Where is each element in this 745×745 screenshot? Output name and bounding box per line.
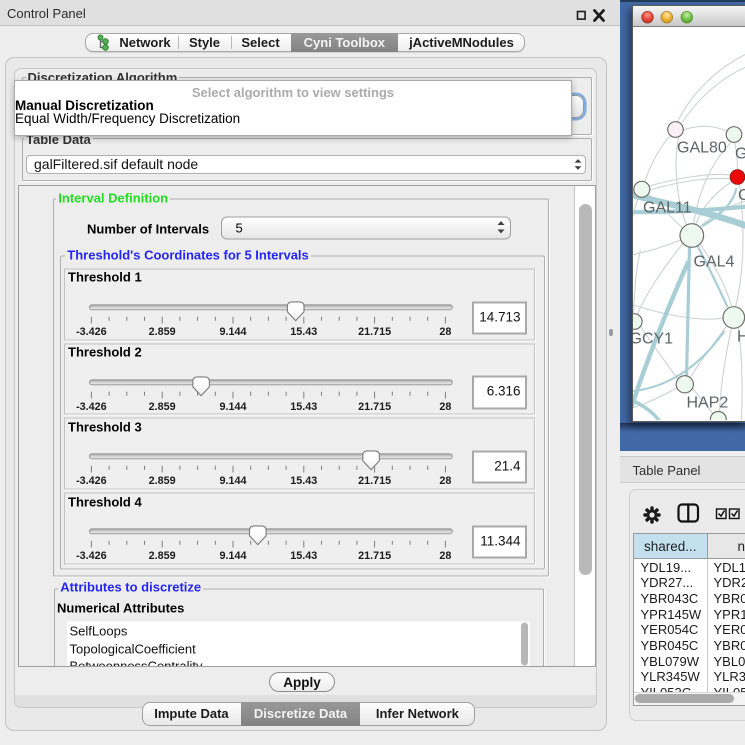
svg-text:28: 28 bbox=[439, 326, 451, 338]
svg-text:2.859: 2.859 bbox=[148, 326, 175, 338]
svg-text:HAP2: HAP2 bbox=[686, 395, 728, 412]
svg-text:2.859: 2.859 bbox=[148, 550, 175, 562]
svg-text:GAL11: GAL11 bbox=[643, 200, 692, 217]
svg-text:-3.426: -3.426 bbox=[76, 401, 107, 413]
svg-text:15.43: 15.43 bbox=[290, 326, 317, 338]
svg-text:-3.426: -3.426 bbox=[76, 550, 107, 562]
svg-text:2.859: 2.859 bbox=[148, 475, 175, 487]
svg-text:9.144: 9.144 bbox=[219, 550, 246, 562]
svg-text:-3.426: -3.426 bbox=[76, 475, 107, 487]
svg-text:GAL4: GAL4 bbox=[693, 254, 734, 271]
svg-text:GAL80: GAL80 bbox=[677, 140, 727, 157]
svg-text:21.715: 21.715 bbox=[358, 326, 391, 338]
svg-text:HA: HA bbox=[737, 329, 745, 346]
svg-text:15.43: 15.43 bbox=[290, 550, 317, 562]
svg-text:21.715: 21.715 bbox=[358, 550, 391, 562]
svg-text:21.715: 21.715 bbox=[358, 401, 391, 413]
svg-text:2.859: 2.859 bbox=[148, 401, 175, 413]
svg-text:28: 28 bbox=[439, 550, 451, 562]
svg-text:15.43: 15.43 bbox=[290, 475, 317, 487]
svg-text:GCY1: GCY1 bbox=[633, 331, 673, 348]
svg-text:28: 28 bbox=[439, 475, 451, 487]
svg-text:-3.426: -3.426 bbox=[76, 326, 107, 338]
svg-text:28: 28 bbox=[439, 401, 451, 413]
svg-text:21.715: 21.715 bbox=[358, 475, 391, 487]
svg-text:GA: GA bbox=[735, 146, 745, 163]
svg-text:9.144: 9.144 bbox=[219, 401, 246, 413]
svg-text:15.43: 15.43 bbox=[290, 401, 317, 413]
svg-text:9.144: 9.144 bbox=[219, 475, 246, 487]
svg-text:9.144: 9.144 bbox=[219, 326, 246, 338]
svg-text:C: C bbox=[738, 187, 745, 204]
